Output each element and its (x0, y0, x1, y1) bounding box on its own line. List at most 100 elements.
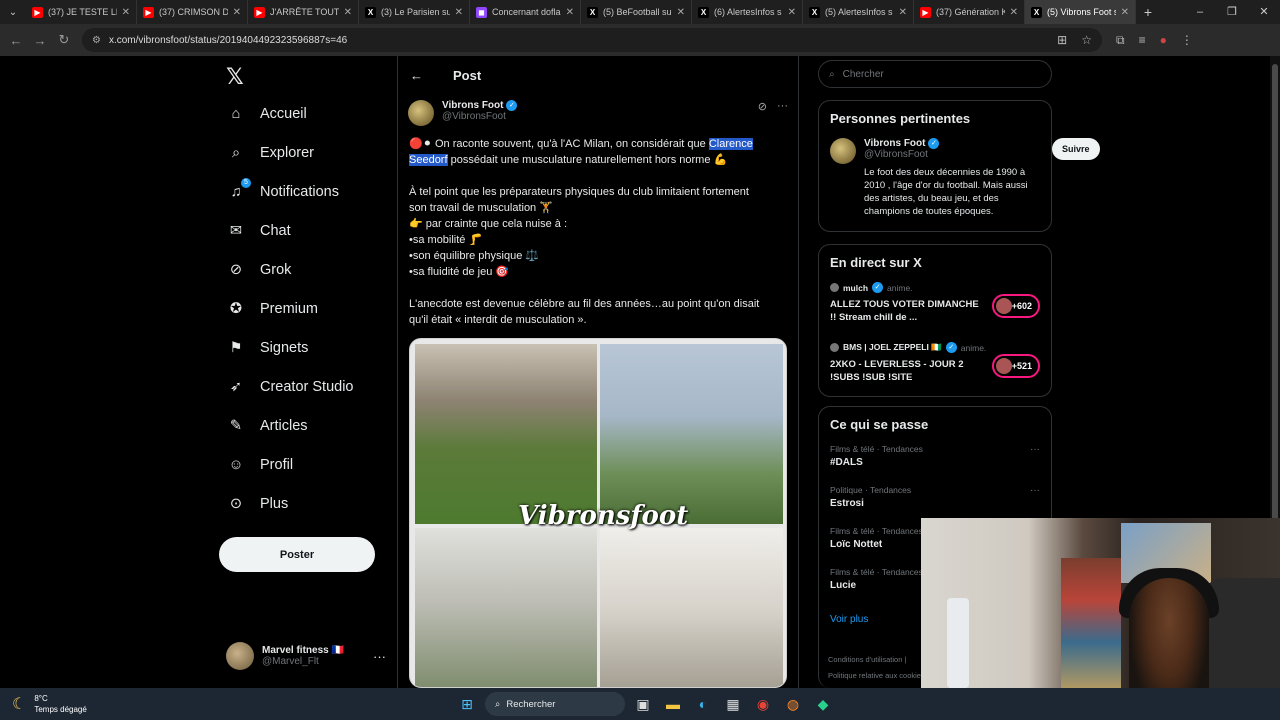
reload-icon[interactable]: ↻ (52, 32, 76, 48)
profile-icon[interactable]: ● (1160, 33, 1167, 48)
photo-player-red-black-kit[interactable] (415, 344, 597, 524)
footer-link[interactable]: Conditions d'utilisation | (828, 652, 925, 668)
browser-tab[interactable]: ▶ (37) JE TESTE LE M ✕ (26, 0, 137, 24)
x-logo-icon[interactable]: 𝕏 (226, 64, 244, 90)
extensions-icon[interactable]: ⧉ (1116, 33, 1125, 48)
live-title: 2XKO - LEVERLESS - JOUR 2 !SUBS !SUB !SI… (830, 359, 964, 383)
close-tab-icon[interactable]: ✕ (1121, 7, 1129, 18)
live-item[interactable]: mulch ✓ anime. ALLEZ TOUS VOTER DIMANCHE !!… (830, 282, 1040, 342)
close-tab-icon[interactable]: ✕ (122, 7, 130, 18)
tab-search-icon[interactable]: ⌄ (0, 0, 26, 24)
install-app-icon[interactable]: ⊞ (1057, 33, 1067, 47)
browser-tab[interactable]: ▶ (37) Génération K ✕ (914, 0, 1025, 24)
firefox-icon[interactable]: ◍ (781, 692, 805, 716)
app-icon[interactable]: ◆ (811, 692, 835, 716)
close-tab-icon[interactable]: ✕ (233, 7, 241, 18)
trend-item[interactable]: Films & télé · Tendances #DALS ··· (830, 444, 1040, 485)
browser-tab[interactable]: ▶ (37) CRIMSON DE ✕ (137, 0, 248, 24)
site-info-icon[interactable]: ⚙ (92, 35, 101, 46)
nav-item-plus[interactable]: ⊙ Plus (226, 489, 288, 519)
browser-tab[interactable]: X (5) BeFootball sur ✕ (581, 0, 692, 24)
notification-badge: 5 (241, 178, 251, 188)
task-view-icon[interactable]: ▣ (631, 692, 655, 716)
close-tab-icon[interactable]: ✕ (788, 7, 796, 18)
follow-button[interactable]: Suivre (1052, 138, 1100, 160)
photo-player-ajax-kit[interactable] (600, 344, 783, 524)
person-name[interactable]: Vibrons Foot (864, 138, 925, 149)
more-icon[interactable]: ··· (373, 649, 386, 664)
footer-link[interactable]: Politique relative aux cookies (828, 668, 925, 684)
live-count-badge: +602 (992, 294, 1040, 318)
back-arrow-icon[interactable]: ← (410, 68, 423, 83)
store-icon[interactable]: ▦ (721, 692, 745, 716)
nav-item-grok[interactable]: ⊘ Grok (226, 255, 292, 285)
browser-tab[interactable]: ◼ Concernant dofla ✕ (470, 0, 581, 24)
nav-item-explorer[interactable]: ⌕ Explorer (226, 138, 314, 168)
star-icon[interactable]: ☆ (1081, 33, 1092, 47)
close-tab-icon[interactable]: ✕ (899, 7, 907, 18)
avatar[interactable] (830, 138, 856, 164)
webcam-bottle (947, 598, 969, 688)
chrome-icon[interactable]: ◉ (751, 692, 775, 716)
maximize-icon[interactable]: ❐ (1216, 0, 1248, 24)
avatar (830, 343, 839, 352)
grok-icon[interactable]: ⊘ (758, 100, 767, 126)
photo-player-abs[interactable] (600, 528, 783, 687)
live-item[interactable]: BMS | JOEL ZEPPELI 🇨🇮 ✓ anime. 2XKO - LEVER… (830, 342, 1040, 402)
browser-tab[interactable]: X (3) Le Parisien sur ✕ (359, 0, 470, 24)
more-options-icon[interactable]: ··· (1030, 444, 1040, 455)
forward-icon[interactable]: → (28, 33, 52, 48)
more-options-icon[interactable]: ··· (1030, 485, 1040, 496)
close-tab-icon[interactable]: ✕ (566, 7, 574, 18)
bell-icon: ♫ 5 (226, 178, 251, 202)
nav-item-signets[interactable]: ⚑ Signets (226, 333, 309, 363)
new-tab-button[interactable]: + (1136, 4, 1160, 20)
minimize-icon[interactable]: – (1184, 0, 1216, 24)
bookmark-icon: ⚑ (229, 340, 243, 356)
taskbar-search[interactable]: ⌕ Rechercher (485, 692, 625, 716)
post-text-line: •sa mobilité 🦵 (409, 234, 483, 246)
browser-tab[interactable]: X (5) Vibrons Foot s ✕ (1025, 0, 1136, 24)
nav-item-label: Profil (260, 457, 294, 473)
post-text-line: L'anecdote est devenue célèbre au fil de… (409, 298, 760, 310)
nav-item-accueil[interactable]: ⌂ Accueil (226, 99, 307, 129)
scrollbar-thumb[interactable] (1272, 64, 1278, 564)
nav-item-chat[interactable]: ✉ Chat (226, 216, 291, 246)
nav-item-articles[interactable]: ✎ Articles (226, 411, 308, 441)
nav-item-notifications[interactable]: ♫ 5 Notifications (226, 177, 339, 207)
x-icon: X (698, 6, 709, 18)
photo-player-botafogo-kit[interactable] (415, 528, 597, 687)
close-tab-icon[interactable]: ✕ (677, 7, 685, 18)
author-handle[interactable]: @VibronsFoot (442, 111, 517, 122)
close-window-icon[interactable]: ✕ (1248, 0, 1280, 24)
menu-icon[interactable]: ⋮ (1181, 33, 1193, 48)
more-options-icon[interactable]: ··· (777, 100, 788, 126)
weather-widget[interactable]: ☾ 8°C Temps dégagé (12, 693, 87, 715)
twitch-icon: ◼ (476, 6, 487, 18)
post-media[interactable]: Vibronsfoot (409, 338, 787, 688)
nav-item-premium[interactable]: ✪ Premium (226, 294, 318, 324)
person-handle[interactable]: @VibronsFoot (864, 149, 1044, 160)
nav-item-creator-studio[interactable]: ➶ Creator Studio (226, 372, 354, 402)
edge-icon[interactable]: ◐ (691, 692, 715, 716)
account-switcher[interactable]: Marvel fitness 🇫🇷 @Marvel_Flt ··· (226, 642, 386, 670)
file-explorer-icon[interactable]: ▬ (661, 692, 685, 716)
weather-desc: Temps dégagé (34, 705, 87, 714)
post-button[interactable]: Poster (219, 537, 375, 572)
windows-start-icon[interactable]: ⊞ (455, 692, 479, 716)
close-tab-icon[interactable]: ✕ (344, 7, 352, 18)
browser-tab[interactable]: ▶ J'ARRÊTE TOUT ? ✕ (248, 0, 359, 24)
author-avatar[interactable] (408, 100, 434, 126)
browser-tab[interactable]: X (5) AlertesInfos s ✕ (803, 0, 914, 24)
trend-category: Films & télé · Tendances (830, 444, 923, 454)
author-name[interactable]: Vibrons Foot (442, 100, 503, 111)
address-bar[interactable]: ⚙ x.com/vibronsfoot/status/2019404492323… (82, 28, 1102, 52)
youtube-icon: ▶ (254, 6, 265, 18)
browser-tab[interactable]: X (6) AlertesInfos s ✕ (692, 0, 803, 24)
close-tab-icon[interactable]: ✕ (1010, 7, 1018, 18)
close-tab-icon[interactable]: ✕ (455, 7, 463, 18)
back-icon[interactable]: ← (4, 33, 28, 48)
search-input[interactable]: ⌕ Chercher (818, 60, 1052, 88)
media-icon[interactable]: ≡ (1139, 33, 1146, 48)
nav-item-profil[interactable]: ☺ Profil (226, 450, 293, 480)
